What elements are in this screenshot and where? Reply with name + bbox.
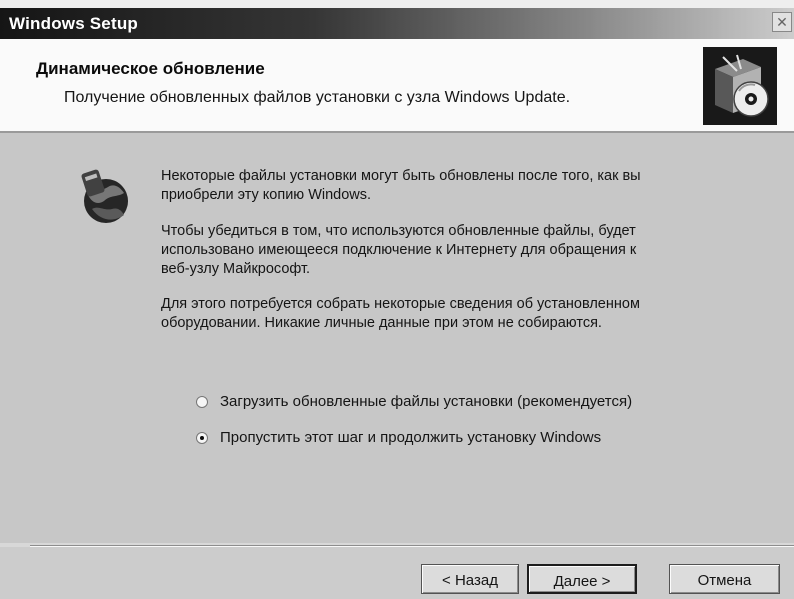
info-paragraph-3: Для этого потребуется собрать некоторые … <box>161 296 640 331</box>
top-strip <box>0 0 794 8</box>
cancel-button[interactable]: Отмена <box>669 564 780 594</box>
wizard-header: Динамическое обновление Получение обновл… <box>0 39 794 133</box>
title-bar[interactable]: Windows Setup <box>0 8 794 39</box>
setup-box-cd-icon <box>703 47 777 125</box>
download-updates-label[interactable]: Загрузить обновленные файлы установки (р… <box>220 393 632 410</box>
info-paragraph-1: Некоторые файлы установки могут быть обн… <box>161 168 641 203</box>
wizard-footer: < Назад Далее > Отмена <box>0 547 794 599</box>
window-title: Windows Setup <box>9 13 138 33</box>
download-updates-radio[interactable] <box>196 395 208 408</box>
close-button[interactable]: ✕ <box>772 12 792 32</box>
close-icon: ✕ <box>776 14 788 30</box>
skip-step-radio[interactable] <box>196 431 208 444</box>
info-paragraph-2: Чтобы убедиться в том, что используются … <box>161 223 637 277</box>
back-button[interactable]: < Назад <box>421 564 519 594</box>
wizard-body: Некоторые файлы установки могут быть обн… <box>0 133 794 543</box>
option-skip-step[interactable]: Пропустить этот шаг и продолжить установ… <box>196 429 601 446</box>
globe-update-icon <box>74 165 134 229</box>
skip-step-label[interactable]: Пропустить этот шаг и продолжить установ… <box>220 429 601 446</box>
option-download-updates[interactable]: Загрузить обновленные файлы установки (р… <box>196 393 632 410</box>
header-title: Динамическое обновление <box>36 59 265 78</box>
setup-wizard-window: Windows Setup ✕ Динамическое обновление … <box>0 0 794 599</box>
header-subtitle: Получение обновленных файлов установки с… <box>64 89 571 106</box>
next-button[interactable]: Далее > <box>527 564 637 594</box>
